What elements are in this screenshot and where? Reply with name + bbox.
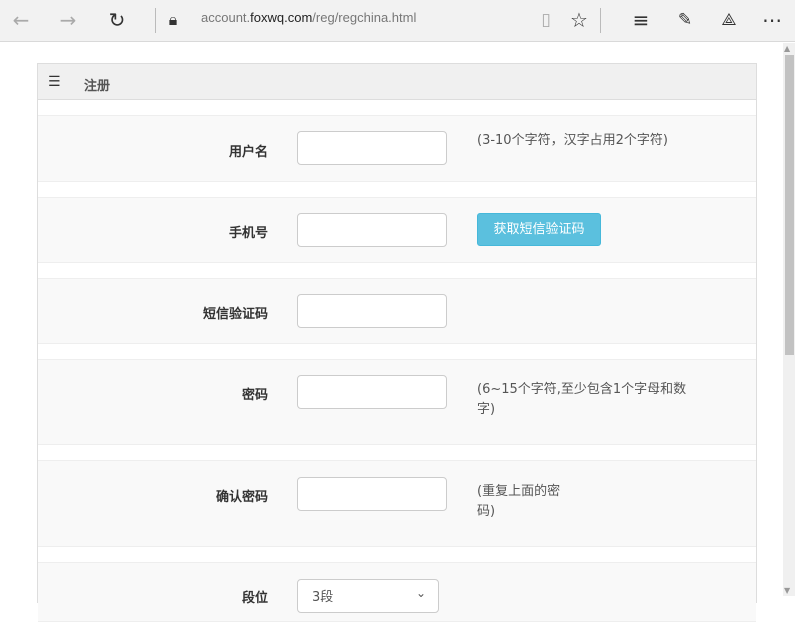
divider xyxy=(600,8,601,33)
form-row-rank: 段位 3段 ⌄ xyxy=(38,562,756,622)
sms-code-input[interactable] xyxy=(297,294,447,328)
confirm-password-hint: (重复上面的密码) xyxy=(477,484,561,519)
divider xyxy=(155,8,156,33)
get-sms-code-button[interactable]: 获取短信验证码 xyxy=(477,213,601,246)
username-hint: (3-10个字符，汉字占用2个字符) xyxy=(477,133,668,148)
url-domain: foxwq.com xyxy=(250,10,313,25)
form-row-password: 密码 (6~15个字符,至少包含1个字母和数字) xyxy=(38,359,756,445)
sms-code-label: 短信验证码 xyxy=(202,307,268,322)
password-hint: (6~15个字符,至少包含1个字母和数字) xyxy=(477,382,687,417)
form-row-username: 用户名 (3-10个字符，汉字占用2个字符) xyxy=(38,115,756,182)
hub-icon[interactable]: ≡ xyxy=(628,8,654,32)
username-input[interactable] xyxy=(297,131,447,165)
confirm-password-input[interactable] xyxy=(297,477,447,511)
form-row-sms: 短信验证码 xyxy=(38,278,756,344)
register-panel: ☰ 注册 用户名 (3-10个字符，汉字占用2个字符) 手机号 获取短信验证码 … xyxy=(37,63,757,622)
password-input[interactable] xyxy=(297,375,447,409)
phone-label: 手机号 xyxy=(228,226,268,241)
more-icon[interactable]: ⋯ xyxy=(759,8,785,32)
share-icon[interactable]: ⟁ xyxy=(716,8,742,32)
star-icon[interactable]: ☆ xyxy=(566,8,592,32)
form-row-confirm: 确认密码 (重复上面的密码) xyxy=(38,460,756,547)
web-note-icon[interactable]: ✎ xyxy=(672,8,698,32)
password-label: 密码 xyxy=(241,388,268,403)
scroll-up-icon[interactable]: ▲ xyxy=(784,44,790,53)
rank-value: 3段 xyxy=(312,590,334,605)
phone-input[interactable] xyxy=(297,213,447,247)
url-prefix: account. xyxy=(201,10,251,25)
scrollbar-thumb[interactable] xyxy=(785,55,794,355)
refresh-icon[interactable]: ↻ xyxy=(104,8,130,32)
scrollbar[interactable]: ▲ ▼ xyxy=(783,43,795,596)
lock-icon: 🔒︎ xyxy=(168,10,178,29)
panel-header: ☰ 注册 xyxy=(38,64,756,100)
rank-label: 段位 xyxy=(241,591,268,606)
scroll-down-icon[interactable]: ▼ xyxy=(784,586,790,595)
rank-select[interactable]: 3段 ⌄ xyxy=(297,579,439,613)
panel-title: 注册 xyxy=(84,79,111,94)
address-bar[interactable]: account.foxwq.com/reg/regchina.html xyxy=(201,10,416,25)
forward-icon[interactable]: → xyxy=(55,8,81,32)
chevron-down-icon: ⌄ xyxy=(415,586,426,600)
reading-view-icon[interactable]: ▯ xyxy=(533,8,559,32)
confirm-password-label: 确认密码 xyxy=(215,490,268,505)
username-label: 用户名 xyxy=(228,145,268,160)
form-row-phone: 手机号 获取短信验证码 xyxy=(38,197,756,263)
browser-toolbar: ← → ↻ 🔒︎ account.foxwq.com/reg/regchina.… xyxy=(0,0,795,42)
back-icon[interactable]: ← xyxy=(8,8,34,32)
url-path: /reg/regchina.html xyxy=(312,10,417,25)
list-icon: ☰ xyxy=(48,74,61,90)
